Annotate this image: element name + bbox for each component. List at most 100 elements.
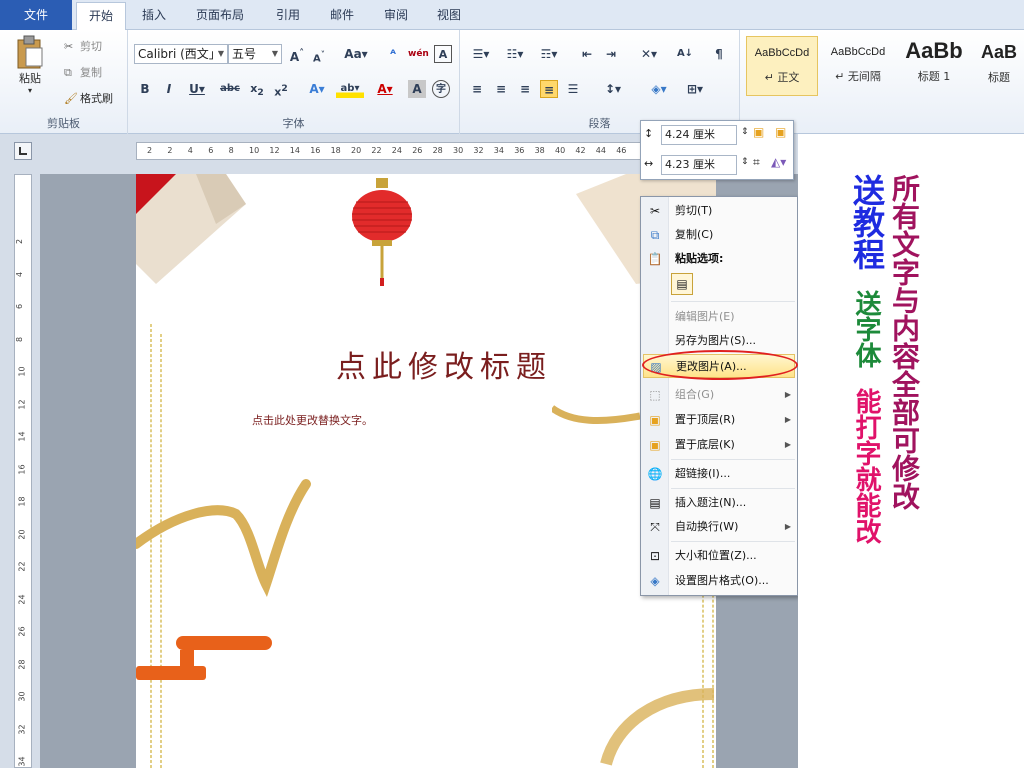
shading-icon[interactable]: ◈▾ <box>646 80 672 98</box>
tab-mailings[interactable]: 邮件 <box>330 0 354 30</box>
bold-icon[interactable]: B <box>136 80 154 98</box>
crop-icon[interactable]: ⌗ <box>753 155 760 170</box>
ruler-tick-label: 18 <box>330 146 341 155</box>
height-row: ↕ 4.24 厘米 ⇕ ▣ ▣ <box>641 121 795 149</box>
menu-label: 剪切(T) <box>675 204 713 217</box>
width-icon: ↔ <box>644 157 654 170</box>
justify-icon[interactable]: ≡ <box>540 80 558 98</box>
format-picture-icon: ◈ <box>650 574 660 588</box>
menu-label: 置于顶层(R) <box>675 413 736 426</box>
bring-forward-icon[interactable]: ▣ <box>753 125 764 139</box>
decrease-indent-icon[interactable]: ⇤ <box>578 45 596 63</box>
grow-font-icon[interactable]: A˄ <box>288 45 306 64</box>
menu-item-insert-caption[interactable]: ▤ 插入题注(N)... <box>641 491 797 515</box>
vertical-ruler[interactable]: 24681012141618202224262830323436 <box>14 174 32 768</box>
clear-format-icon[interactable]: ᴬ <box>384 45 402 63</box>
promo-type-edit-text: 能打字就能改 <box>851 388 881 544</box>
paste-option-button[interactable]: ▤ <box>671 273 693 295</box>
multilevel-list-icon[interactable]: ☶▾ <box>536 45 562 63</box>
highlight-icon[interactable]: ab▾ <box>336 80 364 98</box>
document-page[interactable]: 点此修改标题 点击此处更改替换文字。 <box>136 174 716 768</box>
style-no-spacing[interactable]: AaBbCcDd ↵ 无间隔 <box>822 36 894 96</box>
chinese-layout-icon[interactable]: ✕▾ <box>636 45 662 63</box>
subscript-icon[interactable]: x2 <box>248 80 266 98</box>
style-title[interactable]: AaB 标题 <box>974 36 1024 96</box>
promo-font-text: 送字体 <box>851 290 881 368</box>
increase-indent-icon[interactable]: ⇥ <box>602 45 620 63</box>
menu-item-size-position[interactable]: ⊡ 大小和位置(Z)... <box>641 544 797 568</box>
menu-item-wrap-text[interactable]: ⤧ 自动换行(W) ▶ <box>641 515 797 539</box>
tab-file[interactable]: 文件 <box>0 0 72 30</box>
show-marks-icon[interactable]: ¶ <box>710 45 728 63</box>
phonetic-guide-icon[interactable]: wén <box>408 45 429 63</box>
text-effects-icon[interactable]: A▾ <box>304 80 330 98</box>
height-spinner-icon[interactable]: ⇕ <box>741 127 749 137</box>
ruler-tick-label: 24 <box>17 593 27 605</box>
send-to-back-icon: ▣ <box>649 438 661 452</box>
gold-ribbon-bottom <box>600 688 715 766</box>
menu-item-copy[interactable]: ⧉ 复制(C) <box>641 223 797 247</box>
menu-separator <box>671 541 795 542</box>
line-spacing-icon[interactable]: ↕▾ <box>600 80 626 98</box>
tab-review[interactable]: 审阅 <box>384 0 408 30</box>
menu-item-cut[interactable]: ✂ 剪切(T) <box>641 199 797 223</box>
distribute-icon[interactable]: ☰ <box>564 80 582 98</box>
horizontal-ruler[interactable]: 2 2 4 6 8 10 12 14 16 18 20 22 24 26 28 30 32 34 36 38 40 42 4… <box>136 142 724 160</box>
underline-icon[interactable]: U▾ <box>184 80 210 98</box>
height-icon: ↕ <box>644 127 654 140</box>
menu-item-format-picture[interactable]: ◈ 设置图片格式(O)... <box>641 569 797 593</box>
enclose-char-icon[interactable]: 字 <box>432 80 450 98</box>
menu-separator <box>671 459 795 460</box>
width-input[interactable]: 4.23 厘米 <box>661 155 737 175</box>
menu-item-bring-to-front[interactable]: ▣ 置于顶层(R) ▶ <box>641 408 797 432</box>
font-name-select[interactable]: Calibri (西文」 ▼ <box>134 44 228 64</box>
chevron-down-icon: ▼ <box>217 49 224 58</box>
char-shading-icon[interactable]: A <box>408 80 426 98</box>
ruler-tick-label: 8 <box>228 146 234 155</box>
menu-label: 大小和位置(Z)... <box>675 549 757 562</box>
menu-item-hyperlink[interactable]: 🌐 超链接(I)... <box>641 462 797 486</box>
style-normal[interactable]: AaBbCcDd ↵ 正文 <box>746 36 818 96</box>
sort-icon[interactable]: A↓ <box>676 45 694 63</box>
cut-button[interactable]: ✂ 剪切 <box>64 38 102 54</box>
style-heading-1[interactable]: AaBb 标题 1 <box>898 36 970 96</box>
italic-icon[interactable]: I <box>160 80 178 98</box>
tab-insert[interactable]: 插入 <box>142 0 166 30</box>
shrink-font-icon[interactable]: A˅ <box>310 45 328 64</box>
ruler-tick-label: 40 <box>555 146 566 155</box>
align-left-icon[interactable]: ≡ <box>468 80 486 98</box>
menu-item-send-to-back[interactable]: ▣ 置于底层(K) ▶ <box>641 433 797 457</box>
menu-label: 插入题注(N)... <box>675 496 747 509</box>
numbering-icon[interactable]: ☷▾ <box>502 45 528 63</box>
document-body-text[interactable]: 点击此处更改替换文字。 <box>252 412 373 428</box>
char-border-icon[interactable]: A <box>434 45 452 63</box>
borders-icon[interactable]: ⊞▾ <box>682 80 708 98</box>
menu-item-group[interactable]: ⬚ 组合(G) ▶ <box>641 383 797 407</box>
tab-page-layout[interactable]: 页面布局 <box>196 0 244 30</box>
bullets-icon[interactable]: ☰▾ <box>468 45 494 63</box>
font-color-icon[interactable]: A▾ <box>372 80 398 98</box>
superscript-icon[interactable]: x2 <box>272 80 290 99</box>
font-size-select[interactable]: 五号 ▼ <box>228 44 282 64</box>
tab-home[interactable]: 开始 <box>76 2 126 31</box>
paste-button[interactable]: 粘贴 ▾ <box>8 34 52 104</box>
menu-item-edit-picture[interactable]: 编辑图片(E) <box>641 305 797 329</box>
change-case-icon[interactable]: Aa▾ <box>342 45 370 63</box>
document-title[interactable]: 点此修改标题 <box>336 342 552 386</box>
strikethrough-icon[interactable]: abc <box>218 80 242 98</box>
align-center-icon[interactable]: ≡ <box>492 80 510 98</box>
scissors-icon: ✂ <box>64 40 74 53</box>
width-spinner-icon[interactable]: ⇕ <box>741 157 749 167</box>
tab-references[interactable]: 引用 <box>276 0 300 30</box>
tab-stop-selector[interactable] <box>14 142 32 160</box>
paste-icon: 📋 <box>647 252 663 266</box>
rotate-icon[interactable]: ◭▾ <box>771 155 786 169</box>
copy-button[interactable]: ⧉ 复制 <box>64 64 102 80</box>
align-right-icon[interactable]: ≡ <box>516 80 534 98</box>
height-input[interactable]: 4.24 厘米 <box>661 125 737 145</box>
send-backward-icon[interactable]: ▣ <box>775 125 786 139</box>
format-painter-button[interactable]: 🖌 格式刷 <box>64 90 113 106</box>
tab-view[interactable]: 视图 <box>437 0 461 30</box>
style-name: ↵ 正文 <box>764 71 800 84</box>
submenu-arrow-icon: ▶ <box>784 440 791 449</box>
